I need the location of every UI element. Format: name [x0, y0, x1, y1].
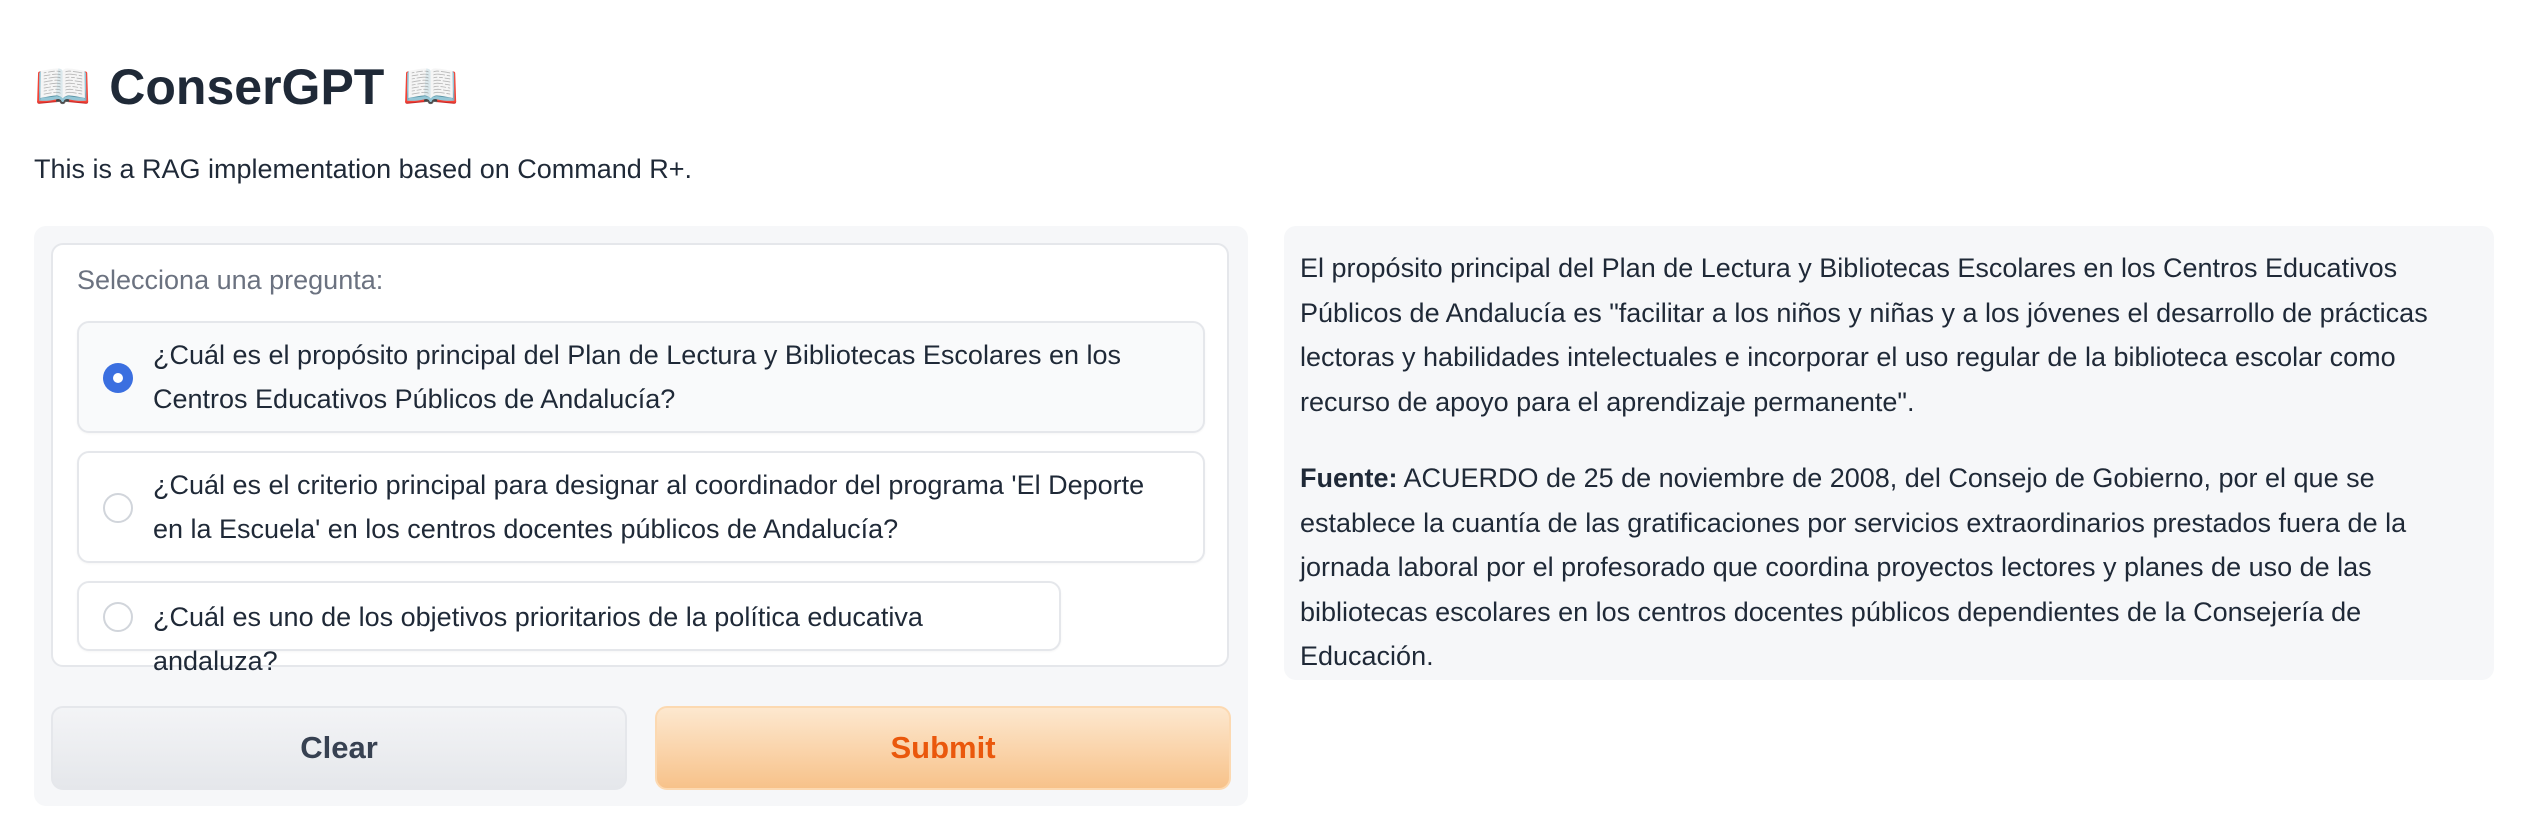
answer-output: El propósito principal del Plan de Lectu… — [1300, 246, 2478, 679]
question-option-label: ¿Cuál es el criterio principal para desi… — [153, 470, 1145, 544]
question-option[interactable]: ¿Cuál es el criterio principal para desi… — [77, 451, 1205, 563]
page-title: 📖 ConserGPT 📖 — [34, 52, 460, 122]
source-text: ACUERDO de 25 de noviembre de 2008, del … — [1300, 463, 2407, 671]
app-description: This is a RAG implementation based on Co… — [34, 154, 693, 184]
answer-source: Fuente: ACUERDO de 25 de noviembre de 20… — [1300, 456, 2478, 679]
question-option[interactable]: ¿Cuál es uno de los objetivos prioritari… — [77, 581, 1061, 676]
question-radio-group: Selecciona una pregunta: ¿Cuál es el pro… — [51, 243, 1229, 676]
question-selector-label: Selecciona una pregunta: — [77, 265, 384, 295]
question-option-label: ¿Cuál es uno de los objetivos prioritari… — [153, 602, 923, 676]
radio-button[interactable] — [103, 493, 133, 523]
question-option-label: ¿Cuál es el propósito principal del Plan… — [153, 340, 1122, 414]
question-option[interactable]: ¿Cuál es el propósito principal del Plan… — [77, 321, 1205, 433]
app-title: ConserGPT — [109, 58, 385, 115]
clear-button[interactable]: Clear — [51, 706, 627, 790]
output-panel: El propósito principal del Plan de Lectu… — [1284, 226, 2494, 680]
source-label: Fuente: — [1300, 463, 1398, 493]
input-panel: Selecciona una pregunta: ¿Cuál es el pro… — [34, 226, 1248, 806]
radio-button[interactable] — [103, 602, 133, 632]
open-book-icon: 📖 — [402, 59, 460, 113]
submit-button[interactable]: Submit — [655, 706, 1231, 790]
answer-text: El propósito principal del Plan de Lectu… — [1300, 253, 2428, 417]
open-book-icon: 📖 — [34, 59, 92, 113]
radio-button-selected[interactable] — [103, 363, 133, 393]
